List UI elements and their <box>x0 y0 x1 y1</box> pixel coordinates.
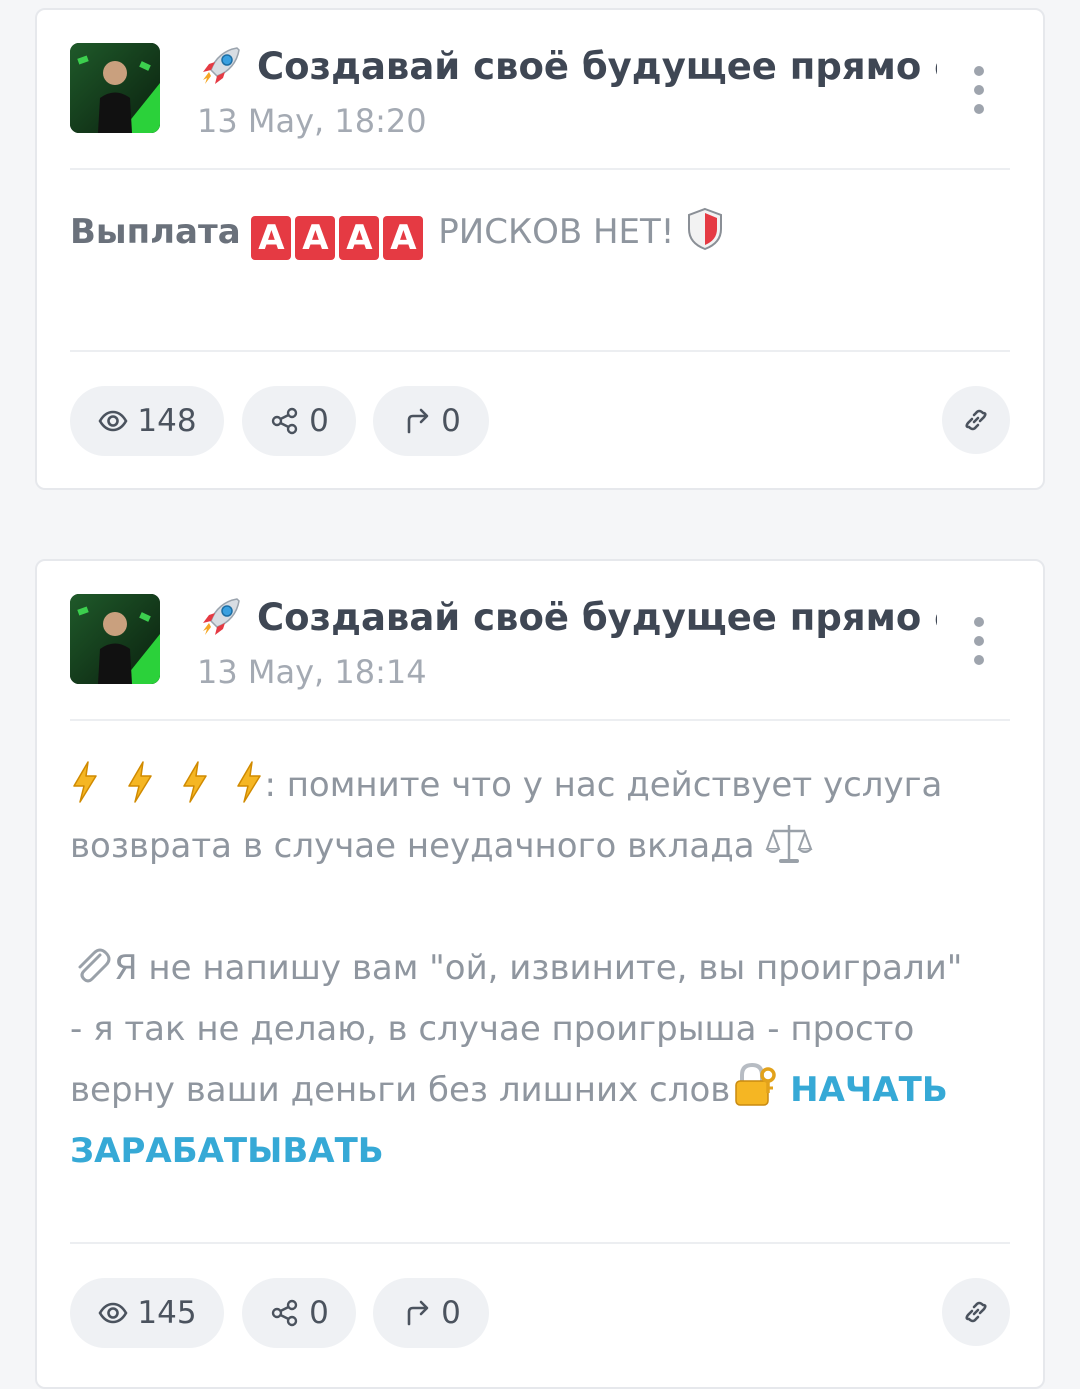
forward-arrow-icon <box>401 1297 433 1329</box>
post-date: 13 May, 18:20 <box>197 102 427 140</box>
kebab-menu-icon[interactable] <box>967 66 991 114</box>
post-text-bold: Выплата <box>70 212 241 252</box>
views-count: 148 <box>137 403 197 439</box>
channel-title[interactable]: Создавай своё будущее прямо сейчас <box>197 593 937 641</box>
eye-icon <box>97 405 129 437</box>
post-card: Создавай своё будущее прямо сейчас 13 Ma… <box>35 559 1045 1389</box>
divider <box>70 350 1010 352</box>
shield-icon <box>685 207 725 251</box>
paperclip-icon <box>70 943 114 987</box>
share-icon <box>269 1297 301 1329</box>
shares-count: 0 <box>309 1295 329 1331</box>
views-counter[interactable]: 148 <box>70 386 224 456</box>
link-icon <box>960 1296 992 1328</box>
a-button-emoji: A <box>339 216 380 260</box>
link-icon <box>960 404 992 436</box>
a-button-emoji: A <box>295 216 336 260</box>
scales-icon <box>765 821 813 865</box>
lightning-icon <box>125 760 155 804</box>
lock-key-icon <box>730 1061 778 1109</box>
share-icon <box>269 405 301 437</box>
post-text: : помните что у нас действует услуга воз… <box>70 755 983 1182</box>
views-counter[interactable]: 145 <box>70 1278 224 1348</box>
post-text-rest: РИСКОВ НЕТ! <box>427 212 686 252</box>
lightning-icon <box>234 760 264 804</box>
divider <box>70 719 1010 721</box>
forwards-count: 0 <box>441 403 461 439</box>
shares-counter[interactable]: 0 <box>242 1278 356 1348</box>
views-count: 145 <box>137 1295 197 1331</box>
lightning-icon <box>70 760 100 804</box>
forward-arrow-icon <box>401 405 433 437</box>
channel-title-text: Создавай своё будущее прямо сейчас <box>257 595 937 639</box>
forwards-count: 0 <box>441 1295 461 1331</box>
channel-title-text: Создавай своё будущее прямо сейчас <box>257 44 937 88</box>
rocket-icon <box>197 42 245 90</box>
channel-title[interactable]: Создавай своё будущее прямо сейчас <box>197 42 937 90</box>
divider <box>70 168 1010 170</box>
post-card: Создавай своё будущее прямо сейчас 13 Ma… <box>35 8 1045 490</box>
shares-counter[interactable]: 0 <box>242 386 356 456</box>
forwards-counter[interactable]: 0 <box>373 1278 489 1348</box>
divider <box>70 1242 1010 1244</box>
shares-count: 0 <box>309 403 329 439</box>
kebab-menu-icon[interactable] <box>967 617 991 665</box>
rocket-icon <box>197 593 245 641</box>
copy-link-button[interactable] <box>942 1278 1010 1346</box>
a-button-emoji: A <box>251 216 292 260</box>
post-text: Выплата AAAA РИСКОВ НЕТ! <box>70 202 1010 263</box>
channel-avatar[interactable] <box>70 594 160 684</box>
post-date: 13 May, 18:14 <box>197 653 427 691</box>
lightning-icon <box>180 760 210 804</box>
a-button-emoji: A <box>383 216 424 260</box>
copy-link-button[interactable] <box>942 386 1010 454</box>
channel-avatar[interactable] <box>70 43 160 133</box>
forwards-counter[interactable]: 0 <box>373 386 489 456</box>
eye-icon <box>97 1297 129 1329</box>
